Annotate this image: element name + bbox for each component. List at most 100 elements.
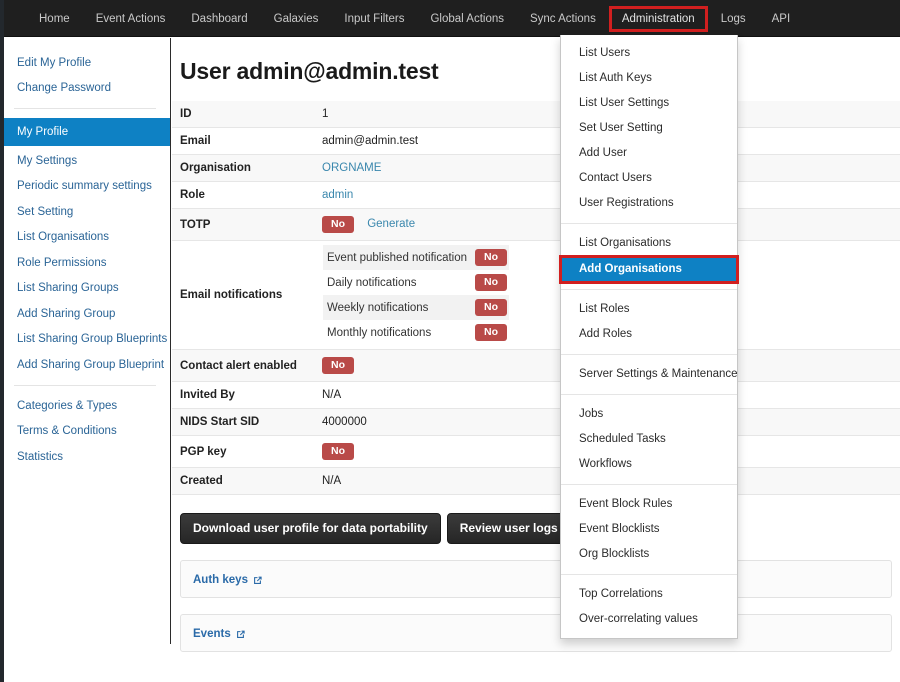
action-buttons: Download user profile for data portabili… bbox=[172, 495, 900, 544]
menu-item-add-user[interactable]: Add User bbox=[561, 141, 737, 166]
nav-item-home[interactable]: Home bbox=[26, 6, 83, 32]
table-row-totp: TOTP No Generate bbox=[172, 208, 900, 241]
row-label-id: ID bbox=[180, 108, 192, 120]
auth-keys-panel[interactable]: Auth keys bbox=[180, 560, 892, 598]
menu-item-user-registrations[interactable]: User Registrations bbox=[561, 191, 737, 216]
menu-item-scheduled-tasks[interactable]: Scheduled Tasks bbox=[561, 427, 737, 452]
sidebar-item-list-sharing-group-blueprints[interactable]: List Sharing Group Blueprints bbox=[4, 328, 170, 350]
table-row-role: Role admin bbox=[172, 181, 900, 209]
menu-item-event-block-rules[interactable]: Event Block Rules bbox=[561, 492, 737, 517]
notification-status-badge[interactable]: No bbox=[475, 249, 507, 266]
sidebar-item-add-sharing-group-blueprint[interactable]: Add Sharing Group Blueprint bbox=[4, 354, 170, 376]
table-row-nids-start-sid: NIDS Start SID 4000000 bbox=[172, 408, 900, 436]
table-row-pgp-key: PGP key No bbox=[172, 435, 900, 468]
nav-item-galaxies[interactable]: Galaxies bbox=[261, 6, 332, 32]
administration-dropdown-menu: List Users List Auth Keys List User Settin… bbox=[559, 35, 739, 639]
notification-status-badge[interactable]: No bbox=[475, 299, 507, 316]
nav-item-administration[interactable]: Administration bbox=[608, 5, 708, 32]
review-user-logs-button[interactable]: Review user logs bbox=[446, 513, 571, 544]
sidebar-item-categories-types[interactable]: Categories & Types bbox=[4, 395, 170, 417]
row-label-invited-by: Invited By bbox=[180, 389, 235, 401]
top-navbar: Home Event Actions Dashboard Galaxies Input … bbox=[0, 0, 900, 37]
sidebar-item-my-settings[interactable]: My Settings bbox=[4, 150, 170, 172]
left-edge-strip bbox=[0, 0, 4, 682]
main-content: User admin@admin.test ID 1 Email admin@a… bbox=[172, 38, 900, 652]
row-label-email: Email bbox=[180, 135, 211, 147]
sidebar-divider bbox=[14, 108, 156, 109]
sidebar-item-terms-conditions[interactable]: Terms & Conditions bbox=[4, 420, 170, 442]
menu-item-workflows[interactable]: Workflows bbox=[561, 452, 737, 477]
sidebar-item-my-profile[interactable]: My Profile bbox=[4, 118, 170, 146]
table-row-contact-alert: Contact alert enabled No bbox=[172, 349, 900, 382]
sidebar-item-edit-my-profile[interactable]: Edit My Profile bbox=[4, 52, 170, 74]
menu-item-add-organisations[interactable]: Add Organisations bbox=[559, 255, 739, 284]
nav-item-dashboard[interactable]: Dashboard bbox=[178, 6, 260, 32]
notifications-table: Event published notification No Daily noti… bbox=[323, 245, 509, 345]
menu-item-list-auth-keys[interactable]: List Auth Keys bbox=[561, 66, 737, 91]
nav-item-api[interactable]: API bbox=[759, 6, 804, 32]
notification-status-badge[interactable]: No bbox=[475, 274, 507, 291]
notification-row: Weekly notifications No bbox=[323, 295, 509, 320]
organisation-link[interactable]: ORGNAME bbox=[322, 162, 381, 174]
row-label-role: Role bbox=[180, 189, 205, 201]
row-label-contact-alert: Contact alert enabled bbox=[180, 359, 297, 372]
menu-item-over-correlating-values[interactable]: Over-correlating values bbox=[561, 607, 737, 632]
sidebar-item-change-password[interactable]: Change Password bbox=[4, 77, 170, 99]
menu-item-jobs[interactable]: Jobs bbox=[561, 402, 737, 427]
menu-divider bbox=[561, 574, 737, 575]
notification-row: Daily notifications No bbox=[323, 270, 509, 295]
auth-keys-panel-label: Auth keys bbox=[193, 574, 248, 586]
download-profile-button[interactable]: Download user profile for data portabili… bbox=[180, 513, 441, 544]
page-title: User admin@admin.test bbox=[180, 58, 439, 84]
menu-item-list-user-settings[interactable]: List User Settings bbox=[561, 91, 737, 116]
dropdown-caret-icon bbox=[604, 36, 618, 43]
menu-item-list-users[interactable]: List Users bbox=[561, 41, 737, 66]
notification-label: Weekly notifications bbox=[327, 301, 429, 314]
app-window: Home Event Actions Dashboard Galaxies Input … bbox=[0, 0, 900, 682]
pgp-key-badge[interactable]: No bbox=[322, 443, 354, 460]
sidebar: Edit My Profile Change Password My Profile… bbox=[4, 38, 171, 644]
sidebar-divider bbox=[14, 384, 156, 386]
navbar-items: Home Event Actions Dashboard Galaxies Input … bbox=[0, 0, 900, 37]
totp-status-badge[interactable]: No bbox=[322, 216, 354, 233]
menu-divider bbox=[561, 484, 737, 485]
menu-item-list-organisations[interactable]: List Organisations bbox=[561, 231, 737, 256]
external-link-icon bbox=[235, 629, 246, 640]
sidebar-item-list-organisations[interactable]: List Organisations bbox=[4, 226, 170, 248]
nav-item-sync-actions[interactable]: Sync Actions bbox=[517, 6, 609, 32]
events-panel-label: Events bbox=[193, 628, 231, 640]
menu-item-list-roles[interactable]: List Roles bbox=[561, 297, 737, 322]
menu-item-contact-users[interactable]: Contact Users bbox=[561, 166, 737, 191]
menu-item-add-roles[interactable]: Add Roles bbox=[561, 322, 737, 347]
menu-item-org-blocklists[interactable]: Org Blocklists bbox=[561, 542, 737, 567]
menu-divider bbox=[561, 354, 737, 355]
table-row-created: Created N/A bbox=[172, 467, 900, 495]
table-row-id: ID 1 bbox=[172, 101, 900, 128]
sidebar-item-role-permissions[interactable]: Role Permissions bbox=[4, 252, 170, 274]
row-label-organisation: Organisation bbox=[180, 162, 251, 174]
menu-divider bbox=[561, 394, 737, 395]
menu-item-set-user-setting[interactable]: Set User Setting bbox=[561, 116, 737, 141]
nav-item-global-actions[interactable]: Global Actions bbox=[417, 6, 517, 32]
notification-label: Daily notifications bbox=[327, 276, 417, 289]
sidebar-item-periodic-summary-settings[interactable]: Periodic summary settings bbox=[4, 175, 170, 197]
row-label-created: Created bbox=[180, 475, 223, 487]
table-row-organisation: Organisation ORGNAME bbox=[172, 154, 900, 182]
sidebar-item-statistics[interactable]: Statistics bbox=[4, 446, 170, 468]
external-link-icon bbox=[252, 575, 263, 586]
nav-item-event-actions[interactable]: Event Actions bbox=[83, 6, 179, 32]
nav-item-input-filters[interactable]: Input Filters bbox=[331, 6, 417, 32]
menu-item-event-blocklists[interactable]: Event Blocklists bbox=[561, 517, 737, 542]
table-row-invited-by: Invited By N/A bbox=[172, 381, 900, 409]
sidebar-item-set-setting[interactable]: Set Setting bbox=[4, 201, 170, 223]
menu-item-top-correlations[interactable]: Top Correlations bbox=[561, 582, 737, 607]
contact-alert-badge[interactable]: No bbox=[322, 357, 354, 374]
totp-generate-link[interactable]: Generate bbox=[367, 218, 415, 230]
nav-item-logs[interactable]: Logs bbox=[708, 6, 759, 32]
events-panel[interactable]: Events bbox=[180, 614, 892, 652]
sidebar-item-list-sharing-groups[interactable]: List Sharing Groups bbox=[4, 277, 170, 299]
notification-status-badge[interactable]: No bbox=[475, 324, 507, 341]
sidebar-item-add-sharing-group[interactable]: Add Sharing Group bbox=[4, 303, 170, 325]
menu-item-server-settings-maintenance[interactable]: Server Settings & Maintenance bbox=[561, 362, 738, 387]
role-link[interactable]: admin bbox=[322, 189, 353, 201]
